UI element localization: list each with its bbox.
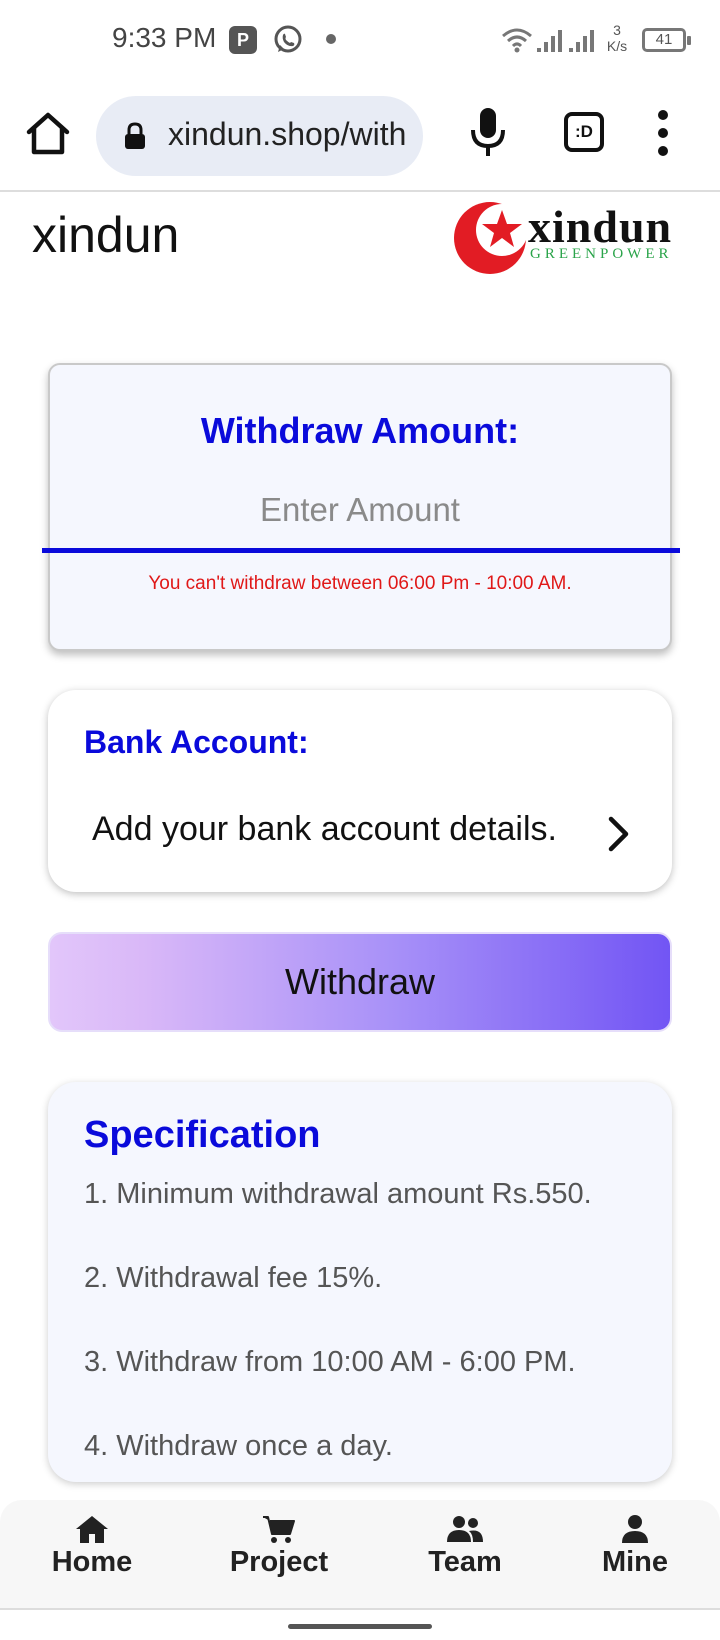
wifi-icon: [502, 28, 532, 53]
microphone-icon[interactable]: [468, 106, 508, 158]
status-bar: 9:33 PM P 3 K/s 41: [0, 0, 720, 82]
lock-icon[interactable]: [124, 122, 146, 150]
parking-app-icon: P: [229, 26, 257, 54]
bottom-navigation: Home Project Team Mine: [0, 1500, 720, 1610]
specification-item: 4. Withdraw once a day.: [84, 1430, 393, 1462]
home-icon[interactable]: [24, 110, 72, 158]
status-time: 9:33 PM: [112, 22, 217, 53]
users-icon: [447, 1516, 483, 1542]
specification-title: Specification: [84, 1114, 321, 1156]
network-speed-value: 3: [613, 22, 621, 38]
signal-icon: [537, 30, 562, 52]
cart-icon: [263, 1516, 295, 1543]
brand-logo: xindun GREENPOWER: [452, 200, 688, 276]
network-speed: 3 K/s: [602, 22, 632, 54]
more-options-icon[interactable]: [652, 108, 674, 158]
specification-card: Specification 1. Minimum withdrawal amou…: [48, 1082, 672, 1482]
withdraw-button[interactable]: Withdraw: [48, 932, 672, 1032]
withdraw-amount-card: Withdraw Amount: You can't withdraw betw…: [42, 363, 680, 651]
url-text[interactable]: xindun.shop/withdraw: [168, 116, 406, 153]
specification-item: 1. Minimum withdrawal amount Rs.550.: [84, 1178, 592, 1210]
signal-icon: [569, 30, 594, 52]
nav-label-mine: Mine: [601, 1546, 669, 1578]
chevron-right-icon[interactable]: [604, 814, 632, 854]
nav-label-team: Team: [428, 1546, 502, 1578]
withdraw-amount-title: Withdraw Amount:: [200, 410, 520, 451]
logo-emblem-icon: [454, 202, 528, 274]
battery-icon: 41: [642, 28, 691, 52]
address-bar[interactable]: xindun.shop/withdraw: [96, 96, 423, 176]
bank-account-title: Bank Account:: [84, 724, 309, 760]
amount-input[interactable]: [50, 480, 670, 540]
gesture-bar[interactable]: [288, 1624, 432, 1629]
nav-label-project: Project: [229, 1546, 329, 1578]
bank-account-card: Bank Account: Add your bank account deta…: [48, 690, 672, 892]
nav-label-home: Home: [51, 1546, 133, 1578]
user-icon: [622, 1515, 648, 1543]
site-title: xindun: [32, 207, 180, 263]
logo-subtext: GREENPOWER: [530, 246, 673, 262]
tab-switcher-button[interactable]: :D: [564, 112, 604, 152]
nav-item-team[interactable]: Team: [385, 1514, 545, 1604]
add-bank-account-link[interactable]: Add your bank account details.: [48, 810, 672, 870]
browser-toolbar: xindun.shop/withdraw :D: [0, 82, 720, 192]
nav-item-project[interactable]: Project: [199, 1514, 359, 1604]
whatsapp-icon: [274, 25, 302, 53]
nav-item-mine[interactable]: Mine: [555, 1514, 715, 1604]
specification-item: 2. Withdrawal fee 15%.: [84, 1262, 383, 1294]
add-bank-account-text[interactable]: Add your bank account details.: [92, 810, 557, 849]
amount-input-underline: [42, 548, 680, 553]
nav-item-home[interactable]: Home: [12, 1514, 172, 1604]
network-speed-unit: K/s: [606, 38, 628, 54]
withdraw-time-warning: You can't withdraw between 06:00 Pm - 10…: [148, 573, 572, 594]
notification-dot: [326, 34, 336, 44]
specification-item: 3. Withdraw from 10:00 AM - 6:00 PM.: [84, 1346, 576, 1378]
home-icon: [76, 1516, 108, 1543]
